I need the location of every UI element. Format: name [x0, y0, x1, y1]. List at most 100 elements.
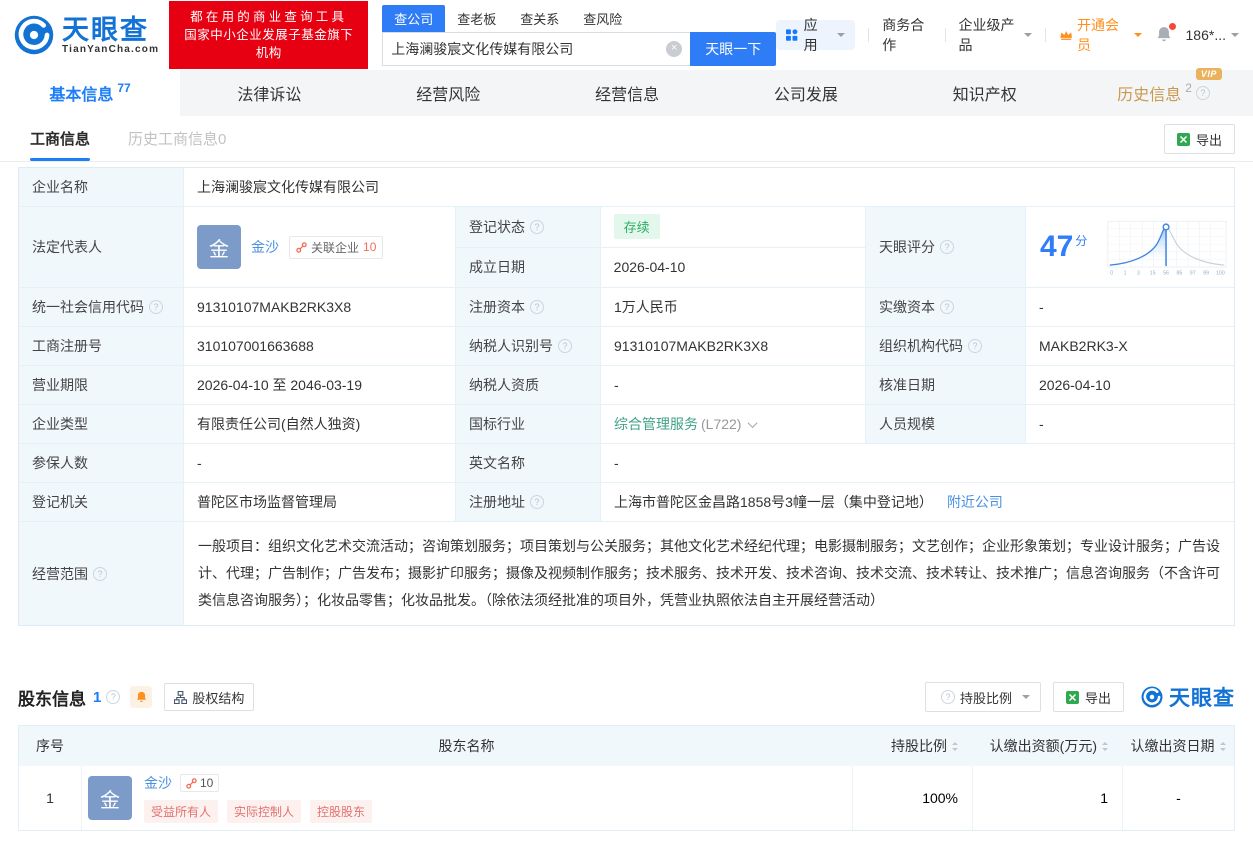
tab-business-registration-info[interactable]: 工商信息: [30, 116, 91, 161]
paid-capital-label-cell: 实缴资本: [866, 288, 1026, 326]
nearby-companies-link[interactable]: 附近公司: [947, 492, 1003, 512]
row-company-type: 企业类型 有限责任公司(自然人独资) 国标行业 综合管理服务 (L722) 人员…: [19, 405, 1234, 444]
shareholder-avatar[interactable]: 金: [88, 776, 132, 820]
tab-company-development[interactable]: 公司发展: [716, 70, 895, 116]
related-companies-badge[interactable]: 关联企业 10: [289, 235, 384, 259]
notification-bell[interactable]: [1155, 23, 1176, 44]
reg-status-label-cell: 登记状态: [456, 207, 601, 247]
ratio-filter-button[interactable]: 持股比例: [924, 682, 1041, 712]
paid-capital-value: -: [1026, 288, 1234, 326]
shareholders-section: 股东信息 1 股权结构: [18, 682, 1235, 831]
english-name-label: 英文名称: [456, 444, 601, 482]
tab-operation-risk[interactable]: 经营风险: [359, 70, 538, 116]
chevron-down-icon: [1021, 695, 1030, 703]
monitor-bell-button[interactable]: [130, 686, 153, 708]
score-value: 47: [1040, 230, 1074, 263]
help-icon: [530, 495, 544, 509]
taxpayer-quality-label: 纳税人资质: [456, 366, 601, 404]
company-type-label: 企业类型: [19, 405, 184, 443]
insured-count-value: -: [184, 444, 456, 482]
shareholder-name-cell: 金 金沙 10 受益所有人 实际控制人 控股股东: [81, 766, 852, 830]
row-uscc: 统一社会信用代码 91310107MAKB2RK3X8 注册资本 1万人民币 实…: [19, 288, 1234, 327]
col-ratio[interactable]: 持股比例: [852, 736, 972, 756]
tab-history-info[interactable]: 历史信息 2 VIP: [1074, 68, 1253, 116]
related-companies-badge[interactable]: 10: [180, 774, 220, 792]
svg-text:1: 1: [1124, 271, 1127, 277]
chevron-down-icon: [837, 33, 846, 41]
svg-text:3: 3: [1137, 271, 1140, 277]
account-menu[interactable]: 186*...: [1186, 27, 1239, 43]
row-biz-term: 营业期限 2026-04-10 至 2046-03-19 纳税人资质 - 核准日…: [19, 366, 1234, 405]
shareholder-link[interactable]: 金沙: [144, 773, 172, 793]
search-tab-boss[interactable]: 查老板: [445, 5, 508, 32]
business-cooperation-link[interactable]: 商务合作: [882, 15, 931, 55]
svg-text:99: 99: [1203, 271, 1209, 277]
tab-intellectual-property[interactable]: 知识产权: [895, 70, 1074, 116]
search-button[interactable]: 天眼一下: [690, 31, 777, 66]
help-icon: [93, 566, 107, 581]
notification-dot: [1168, 23, 1176, 30]
legal-rep-avatar[interactable]: 金: [197, 225, 241, 269]
est-date-label: 成立日期: [456, 247, 601, 287]
search-tab-relation[interactable]: 查关系: [508, 5, 571, 32]
staff-size-value: -: [1026, 405, 1234, 443]
chevron-down-icon[interactable]: [748, 417, 758, 428]
help-icon: [968, 339, 982, 353]
company-type-value: 有限责任公司(自然人独资): [184, 405, 456, 443]
clear-icon[interactable]: [666, 40, 683, 57]
svg-text:85: 85: [1176, 271, 1182, 277]
search-tab-company[interactable]: 查公司: [382, 4, 446, 32]
vip-membership-link[interactable]: 开通会员: [1059, 15, 1142, 55]
apps-button[interactable]: 应用: [776, 17, 856, 53]
reg-capital-value: 1万人民币: [601, 288, 866, 326]
tag-beneficial-owner[interactable]: 受益所有人: [144, 800, 219, 823]
tag-actual-controller[interactable]: 实际控制人: [227, 800, 302, 823]
shareholder-amount: 1: [972, 766, 1122, 830]
tianyancha-logo[interactable]: 天眼查 TianYanCha.com: [12, 13, 159, 57]
score-cell: 47 分 0 1 3 15 56 85 97 99 100: [1026, 207, 1234, 287]
shareholders-export-button[interactable]: 导出: [1052, 682, 1124, 712]
enterprise-products-link[interactable]: 企业级产品: [959, 15, 1032, 55]
tianyancha-watermark: 天眼查: [1140, 682, 1235, 712]
excel-icon: [1065, 690, 1079, 704]
export-button[interactable]: 导出: [1163, 124, 1235, 154]
sort-icon[interactable]: [1220, 739, 1226, 754]
main-nav: 基本信息 77 法律诉讼 经营风险 经营信息 公司发展 知识产权 历史信息 2 …: [0, 68, 1253, 116]
shareholders-table: 序号 股东名称 持股比例 认缴出资额(万元) 认缴出资日期 1 金 金沙 10 …: [18, 725, 1235, 831]
col-subscribed-amount[interactable]: 认缴出资额(万元): [972, 736, 1122, 756]
org-code-label-cell: 组织机构代码: [866, 327, 1026, 365]
search-tab-risk[interactable]: 查风险: [571, 5, 634, 32]
brand-name: 天眼查: [62, 14, 149, 45]
sort-icon[interactable]: [952, 739, 958, 754]
row-legal-rep: 法定代表人 金 金沙 关联企业 10 登记状态 ? 存续 成立日期 2026-0…: [19, 207, 1234, 288]
tab-basic-info[interactable]: 基本信息 77: [0, 70, 180, 116]
address-label-cell: 注册地址: [456, 483, 601, 521]
score-unit: 分: [1075, 234, 1088, 248]
col-shareholder-name: 股东名称: [438, 738, 495, 754]
reg-status-cell: 存续: [600, 207, 865, 247]
row-reg-no: 工商注册号 310107001663688 纳税人识别号 91310107MAK…: [19, 327, 1234, 366]
legal-rep-link[interactable]: 金沙: [251, 237, 279, 257]
shareholder-date: -: [1122, 766, 1234, 830]
tag-controlling-shareholder[interactable]: 控股股东: [310, 800, 373, 823]
help-icon: [558, 339, 572, 353]
est-date-value: 2026-04-10: [600, 247, 865, 287]
divider: [944, 28, 946, 42]
sort-icon[interactable]: [1102, 739, 1108, 754]
shareholder-tags: 受益所有人 实际控制人 控股股东: [144, 800, 373, 823]
reg-authority-label: 登记机关: [19, 483, 184, 521]
org-code-value: MAKB2RK3-X: [1026, 327, 1234, 365]
biz-term-label: 营业期限: [19, 366, 184, 404]
brand-domain: TianYanCha.com: [62, 43, 160, 55]
search-input[interactable]: [391, 40, 667, 57]
tab-history-business-info[interactable]: 历史工商信息0: [128, 116, 226, 161]
relation-icon: [296, 241, 307, 253]
tab-legal-litigation[interactable]: 法律诉讼: [180, 70, 359, 116]
col-subscribed-date[interactable]: 认缴出资日期: [1122, 736, 1234, 756]
uscc-label-cell: 统一社会信用代码: [19, 288, 184, 326]
equity-structure-button[interactable]: 股权结构: [164, 683, 255, 711]
chevron-down-icon: [1023, 33, 1032, 41]
grid-icon: [786, 29, 798, 41]
shareholder-ratio: 100%: [852, 766, 972, 830]
tab-operation-info[interactable]: 经营信息: [538, 70, 717, 116]
